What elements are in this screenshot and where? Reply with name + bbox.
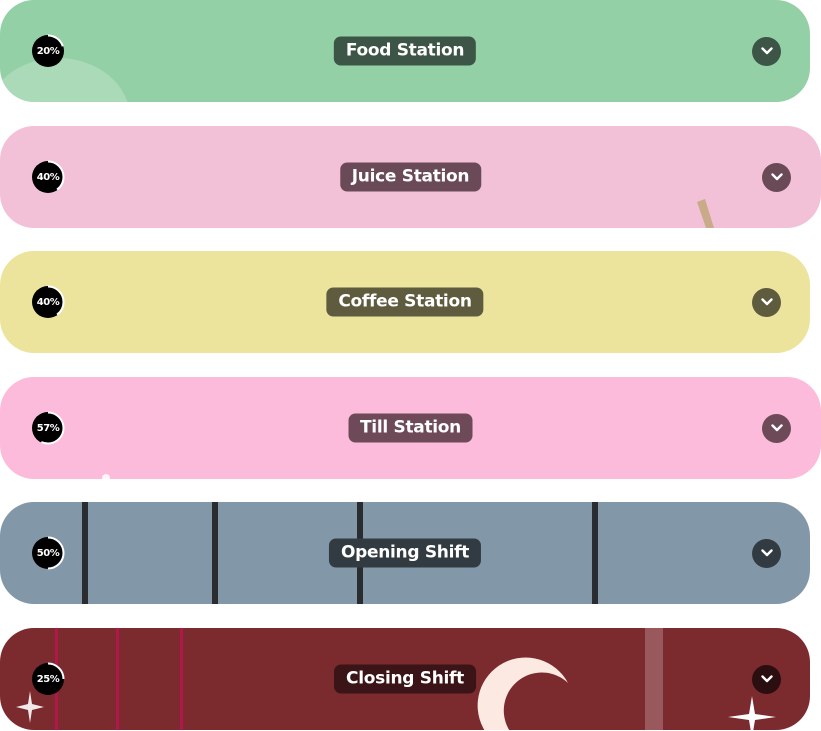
closing-shift-card[interactable]: 25% Closing Shift xyxy=(0,628,810,730)
juice-station-card[interactable]: 40% Juice Station xyxy=(0,126,821,228)
progress-label: 25% xyxy=(36,673,60,685)
chevron-down-icon[interactable] xyxy=(752,287,781,317)
progress-label: 50% xyxy=(36,547,60,559)
station-title: Food Station xyxy=(333,36,477,66)
station-title: Coffee Station xyxy=(326,287,484,317)
station-title: Till Station xyxy=(348,413,473,443)
coffee-station-card[interactable]: 40% Coffee Station xyxy=(0,251,810,353)
station-list: 20% Food Station 40% Juice Station 40% C… xyxy=(0,0,821,731)
station-title: Closing Shift xyxy=(334,664,476,694)
station-title: Opening Shift xyxy=(328,538,482,568)
till-station-card[interactable]: 57% Till Station xyxy=(0,377,821,479)
progress-label: 40% xyxy=(36,296,60,308)
station-title: Juice Station xyxy=(339,162,482,192)
food-station-card[interactable]: 20% Food Station xyxy=(0,0,810,102)
progress-ring-icon: 57% xyxy=(30,410,66,446)
chevron-down-icon[interactable] xyxy=(752,538,781,568)
progress-ring-icon: 40% xyxy=(30,159,66,195)
progress-ring-icon: 40% xyxy=(30,284,66,320)
chevron-down-icon[interactable] xyxy=(752,36,781,66)
opening-shift-card[interactable]: 50% Opening Shift xyxy=(0,502,810,604)
chevron-down-icon[interactable] xyxy=(762,162,791,192)
progress-ring-icon: 50% xyxy=(30,535,66,571)
progress-ring-icon: 20% xyxy=(30,33,66,69)
progress-label: 40% xyxy=(36,171,60,183)
progress-label: 57% xyxy=(36,422,60,434)
chevron-down-icon[interactable] xyxy=(752,664,781,694)
progress-label: 20% xyxy=(36,45,60,57)
chevron-down-icon[interactable] xyxy=(762,413,791,443)
progress-ring-icon: 25% xyxy=(30,661,66,697)
